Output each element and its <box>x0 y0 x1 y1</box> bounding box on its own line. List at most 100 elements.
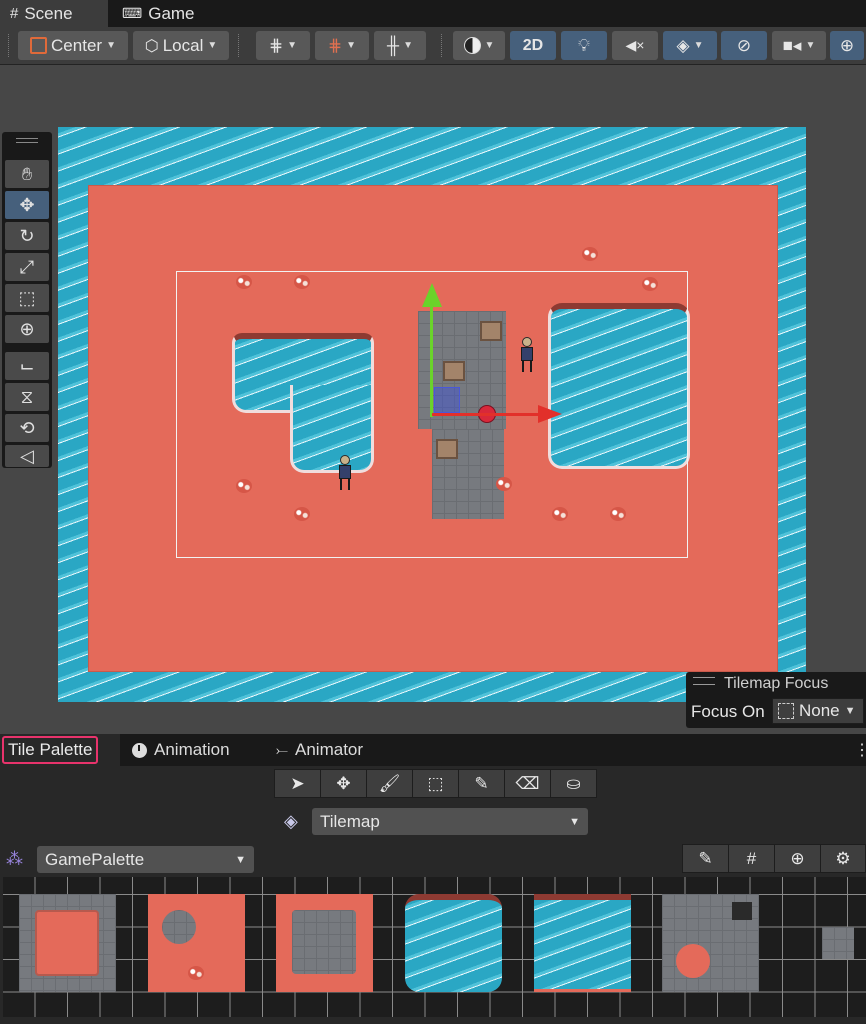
palette-tile-water-edge[interactable] <box>534 894 631 992</box>
move-tile-tool-button[interactable]: ✥ <box>320 769 367 798</box>
palette-tile-stone-ground-dot[interactable] <box>662 894 759 992</box>
clock-icon <box>132 742 147 758</box>
rect-tool-button[interactable]: ⬚ <box>5 284 49 312</box>
gizmos-toggle-button[interactable]: ⊕ <box>830 31 864 60</box>
palette-tile-stone-in-ground[interactable] <box>276 894 373 992</box>
pivot-label: Center <box>51 35 103 55</box>
custom-tool-4-button[interactable]: ◁ <box>5 445 49 467</box>
ruler-snap-button[interactable]: ╫ ▼ <box>374 31 426 60</box>
paint-bucket-icon: ⛀ <box>566 773 581 793</box>
tab-animation[interactable]: Animation <box>132 734 230 766</box>
palette-tile-stone-small[interactable] <box>822 927 854 959</box>
rotate-icon: ↻ <box>19 225 35 246</box>
brush-settings-button[interactable]: ⚙ <box>820 844 866 873</box>
dotted-square-icon <box>778 703 794 719</box>
scale-tool-button[interactable]: ⤢ <box>5 253 49 281</box>
erase-tool-button[interactable]: ⌫ <box>504 769 551 798</box>
more-options-icon[interactable]: ⋮ <box>854 740 866 760</box>
flip-icon: ◁ <box>20 445 34 466</box>
custom-tool-1-button[interactable]: ⌙ <box>5 352 49 380</box>
tab-game-label: Game <box>148 3 195 23</box>
select-tool-button[interactable]: ➤ <box>274 769 321 798</box>
camera-dropdown[interactable]: ■◂ ▼ <box>772 31 826 60</box>
gizmo-x-axis[interactable] <box>432 413 540 416</box>
gizmo-y-axis[interactable] <box>430 305 433 417</box>
shading-mode-button[interactable]: ▼ <box>453 31 505 60</box>
gizmo-y-arrow[interactable] <box>422 283 442 307</box>
chevron-down-icon: ▼ <box>693 40 704 51</box>
grid-icon: # <box>746 848 757 868</box>
grid-snap-button[interactable]: ⋕ ▼ <box>256 31 310 60</box>
tab-animator[interactable]: ⤚ Animator <box>276 734 363 766</box>
toolbar-grip <box>238 34 241 57</box>
chevron-down-icon: ▼ <box>235 853 246 866</box>
tilemap-focus-overlay: Tilemap Focus Focus On None ▼ <box>686 672 866 728</box>
hash-icon: # <box>10 5 19 22</box>
tilemap-focus-title: Tilemap Focus <box>724 675 829 692</box>
palette-name-label: GamePalette <box>45 849 145 869</box>
gizmo-plane-handle[interactable] <box>434 387 460 413</box>
grid-snap-icon: ⋕ <box>268 35 284 55</box>
tab-game[interactable]: ⌨ Game <box>112 0 205 27</box>
transform-tool-button[interactable]: ⊕ <box>5 315 49 343</box>
tab-animation-label: Animation <box>154 740 230 759</box>
audio-toggle-button[interactable]: ◀× <box>612 31 658 60</box>
effects-toggle-button[interactable]: ◈ ▼ <box>663 31 717 60</box>
pivot-dropdown[interactable]: Center ▼ <box>18 31 128 60</box>
flower-decoration <box>582 247 598 261</box>
focus-on-dropdown[interactable]: None ▼ <box>772 698 864 724</box>
animator-icon: ⤚ <box>276 741 289 759</box>
brush-icon: 🖌︎ <box>378 773 401 793</box>
chevron-down-icon: ▼ <box>207 40 218 51</box>
chevron-down-icon: ▼ <box>403 40 413 51</box>
cursor-icon: ➤ <box>290 773 305 793</box>
edit-palette-button[interactable]: ✎ <box>682 844 729 873</box>
custom-tool-3-button[interactable]: ⟲ <box>5 414 49 442</box>
active-tilemap-label: Tilemap <box>320 811 380 831</box>
toolbar-grip <box>441 34 444 57</box>
fill-tool-button[interactable]: ⛀ <box>550 769 597 798</box>
scene-view[interactable]: ✋︎ ✥ ↻ ⤢ ⬚ ⊕ ⌙ ⧖ ⟲ ◁ <box>0 65 866 734</box>
pivot-handle-icon: ⌙ <box>19 355 35 376</box>
tab-tile-palette[interactable]: Tile Palette <box>0 734 120 766</box>
palette-dropdown[interactable]: GamePalette ▼ <box>37 846 254 873</box>
gizmo-x-arrow[interactable] <box>538 405 562 423</box>
custom-tool-2-button[interactable]: ⧖ <box>5 383 49 411</box>
mirror-icon: ⧖ <box>20 386 34 407</box>
space-dropdown[interactable]: ⬡ Local ▼ <box>133 31 229 60</box>
2d-label: 2D <box>522 36 544 54</box>
pivot-center-icon <box>30 37 48 54</box>
increment-snap-button[interactable]: ⋕ ▼ <box>315 31 369 60</box>
panel-tab-bar: Tile Palette Animation ⤚ Animator ⋮ <box>0 734 866 766</box>
palette-tile-ground-in-stone[interactable] <box>19 894 116 992</box>
layers-icon: ◈ <box>676 35 690 55</box>
palette-tile-water-pool[interactable] <box>405 894 502 992</box>
box-fill-tool-button[interactable]: ⬚ <box>412 769 459 798</box>
eraser-icon: ⌫ <box>515 773 540 793</box>
grid-toggle-button[interactable]: # <box>728 844 775 873</box>
hand-tool-button[interactable]: ✋︎ <box>5 160 49 188</box>
eye-slash-icon: ⊘ <box>736 35 752 55</box>
2d-toggle-button[interactable]: 2D <box>510 31 556 60</box>
paint-tool-button[interactable]: 🖌︎ <box>366 769 413 798</box>
tab-scene[interactable]: # Scene <box>0 0 108 27</box>
transform-icon: ⊕ <box>19 318 35 339</box>
gear-icon: ⚙ <box>835 848 851 868</box>
rotate-tool-button[interactable]: ↻ <box>5 222 49 250</box>
gizmos-button[interactable]: ⊕ <box>774 844 821 873</box>
visibility-toggle-button[interactable]: ⊘ <box>721 31 767 60</box>
focus-on-value: None <box>799 701 840 720</box>
pick-tool-button[interactable]: ✎ <box>458 769 505 798</box>
move-tool-button[interactable]: ✥ <box>5 191 49 219</box>
chevron-down-icon: ▼ <box>287 40 298 51</box>
lighting-toggle-button[interactable]: 💡︎ <box>561 31 607 60</box>
window-tab-bar: # Scene ⌨ Game <box>0 0 866 27</box>
layers-icon: ◈ <box>284 811 298 831</box>
palette-tile-ground-hole[interactable] <box>148 894 245 992</box>
rect-transform-icon: ⬚ <box>18 287 36 308</box>
cube-icon: ⬡ <box>144 37 159 55</box>
active-tilemap-dropdown[interactable]: Tilemap ▼ <box>312 808 588 835</box>
tools-overlay: ✋︎ ✥ ↻ ⤢ ⬚ ⊕ ⌙ ⧖ ⟲ ◁ <box>2 132 52 468</box>
chevron-down-icon: ▼ <box>844 705 856 717</box>
palette-icon: ⁂ <box>6 849 23 868</box>
